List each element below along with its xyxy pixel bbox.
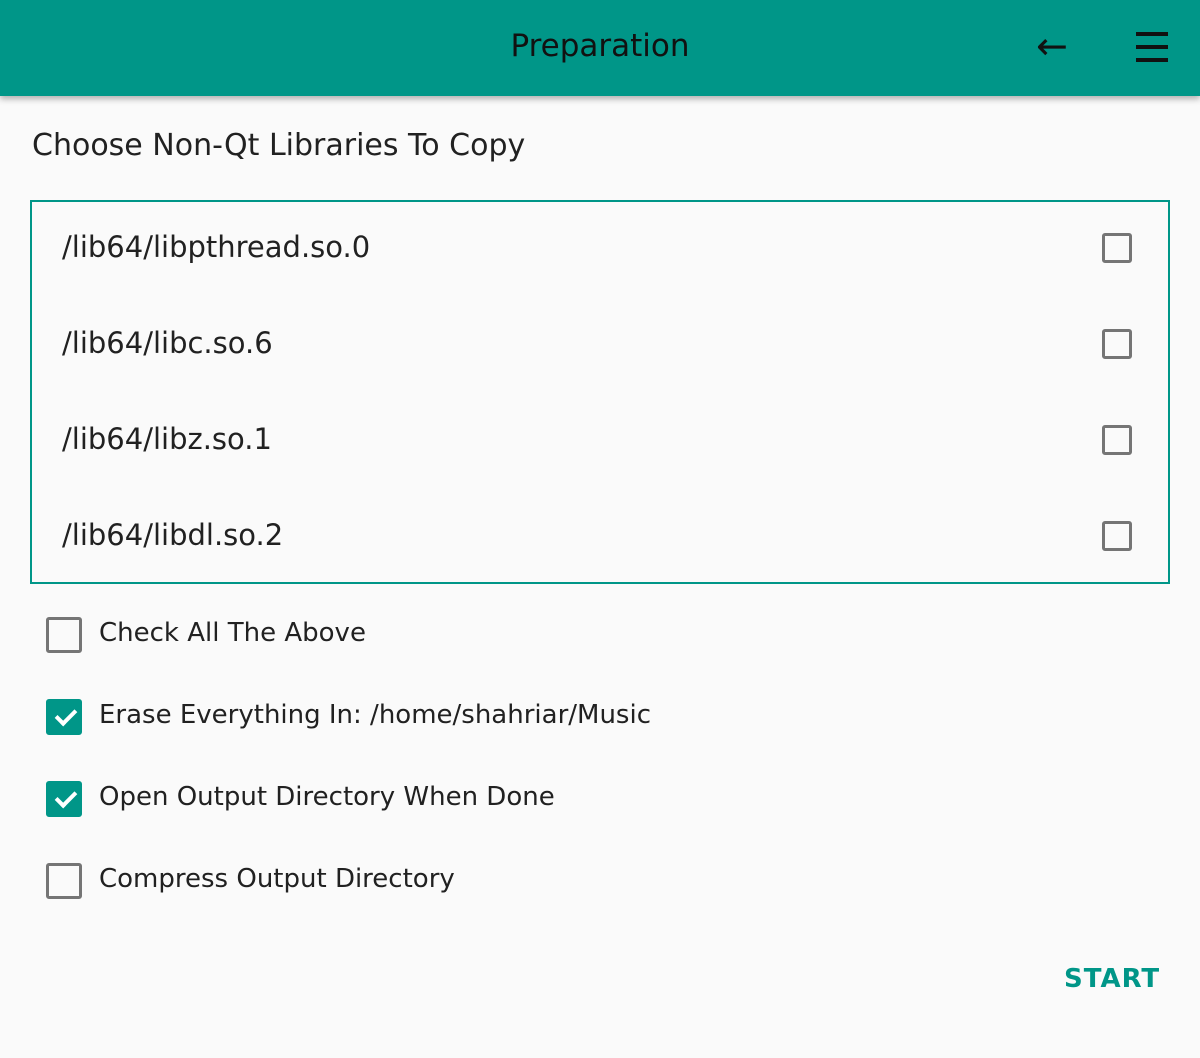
library-checkbox[interactable] [1102, 233, 1132, 263]
open-output-label: Open Output Directory When Done [99, 782, 555, 812]
check-all-label: Check All The Above [99, 618, 366, 648]
compress-label: Compress Output Directory [99, 864, 455, 894]
library-item[interactable]: /lib64/libc.so.6 [32, 298, 1168, 394]
arrow-left-icon[interactable]: ← [1036, 26, 1068, 66]
erase-checkbox[interactable] [46, 699, 82, 735]
page-title: Preparation [510, 28, 690, 64]
start-button[interactable]: START [1064, 964, 1160, 994]
library-item[interactable]: /lib64/libdl.so.2 [32, 490, 1168, 586]
library-label: /lib64/libz.so.1 [62, 422, 272, 456]
app-bar: Preparation ← [0, 0, 1200, 96]
library-list: /lib64/libpthread.so.0 /lib64/libc.so.6 … [30, 200, 1170, 584]
open-output-checkbox[interactable] [46, 781, 82, 817]
library-item[interactable]: /lib64/libpthread.so.0 [32, 202, 1168, 298]
check-all-checkbox[interactable] [46, 617, 82, 653]
hamburger-menu-icon[interactable] [1136, 32, 1168, 62]
library-label: /lib64/libpthread.so.0 [62, 230, 371, 264]
library-checkbox[interactable] [1102, 425, 1132, 455]
library-label: /lib64/libdl.so.2 [62, 518, 284, 552]
erase-label: Erase Everything In: /home/shahriar/Musi… [99, 700, 651, 730]
compress-checkbox[interactable] [46, 863, 82, 899]
library-checkbox[interactable] [1102, 329, 1132, 359]
section-heading: Choose Non-Qt Libraries To Copy [32, 128, 526, 163]
library-label: /lib64/libc.so.6 [62, 326, 273, 360]
library-item[interactable]: /lib64/libz.so.1 [32, 394, 1168, 490]
library-checkbox[interactable] [1102, 521, 1132, 551]
